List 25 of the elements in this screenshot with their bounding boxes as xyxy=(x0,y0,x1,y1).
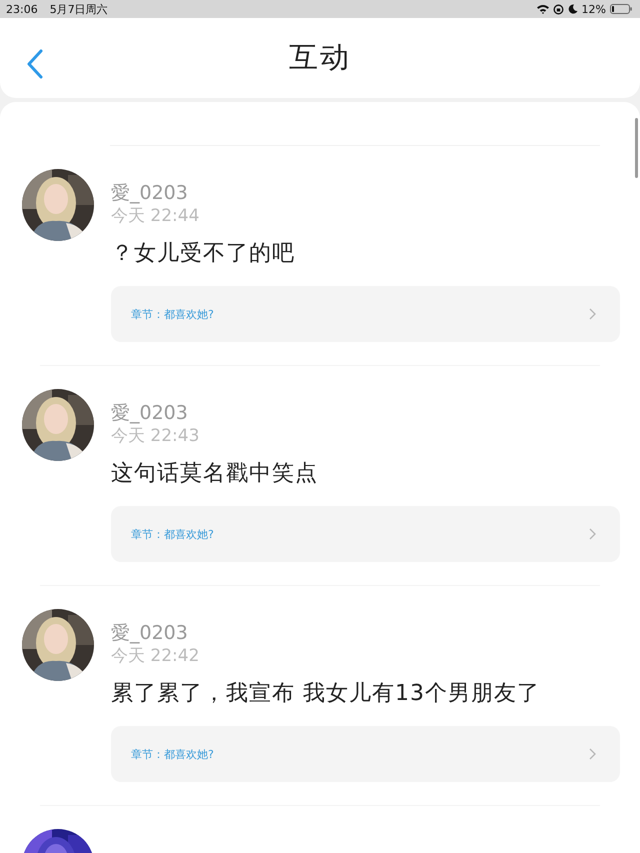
comment-time: 今天 22:42 xyxy=(111,645,200,667)
comment-text: ？女儿受不了的吧 xyxy=(111,240,296,268)
wifi-icon xyxy=(536,4,549,14)
chevron-right-icon xyxy=(589,308,596,320)
scrollbar xyxy=(635,118,638,178)
page-title: 互动 xyxy=(289,39,351,76)
battery-percent: 12% xyxy=(582,2,606,16)
chapter-link[interactable]: 章节：都喜欢她? xyxy=(111,726,620,782)
status-date: 5月7日周六 xyxy=(50,2,108,16)
comment-text: 这句话莫名戳中笑点 xyxy=(111,460,319,488)
battery-icon xyxy=(610,4,632,14)
chevron-right-icon xyxy=(589,748,596,760)
user-name: 愛_0203 xyxy=(111,401,189,425)
moon-icon xyxy=(568,4,578,14)
comment-time: 今天 22:43 xyxy=(111,425,200,447)
comment-time: 今天 22:44 xyxy=(111,205,200,227)
rotation-lock-icon xyxy=(552,4,564,14)
user-name: 愛_0203 xyxy=(111,181,189,205)
comment-text: 累了累了，我宣布 我女儿有13个男朋友了 xyxy=(111,680,541,708)
chapter-link[interactable]: 章节：都喜欢她? xyxy=(111,286,620,342)
back-icon xyxy=(27,49,43,79)
user-name: 愛_0203 xyxy=(111,621,189,645)
status-time: 23:06 xyxy=(6,2,38,16)
chevron-right-icon xyxy=(589,528,596,540)
chapter-link[interactable]: 章节：都喜欢她? xyxy=(111,506,620,562)
